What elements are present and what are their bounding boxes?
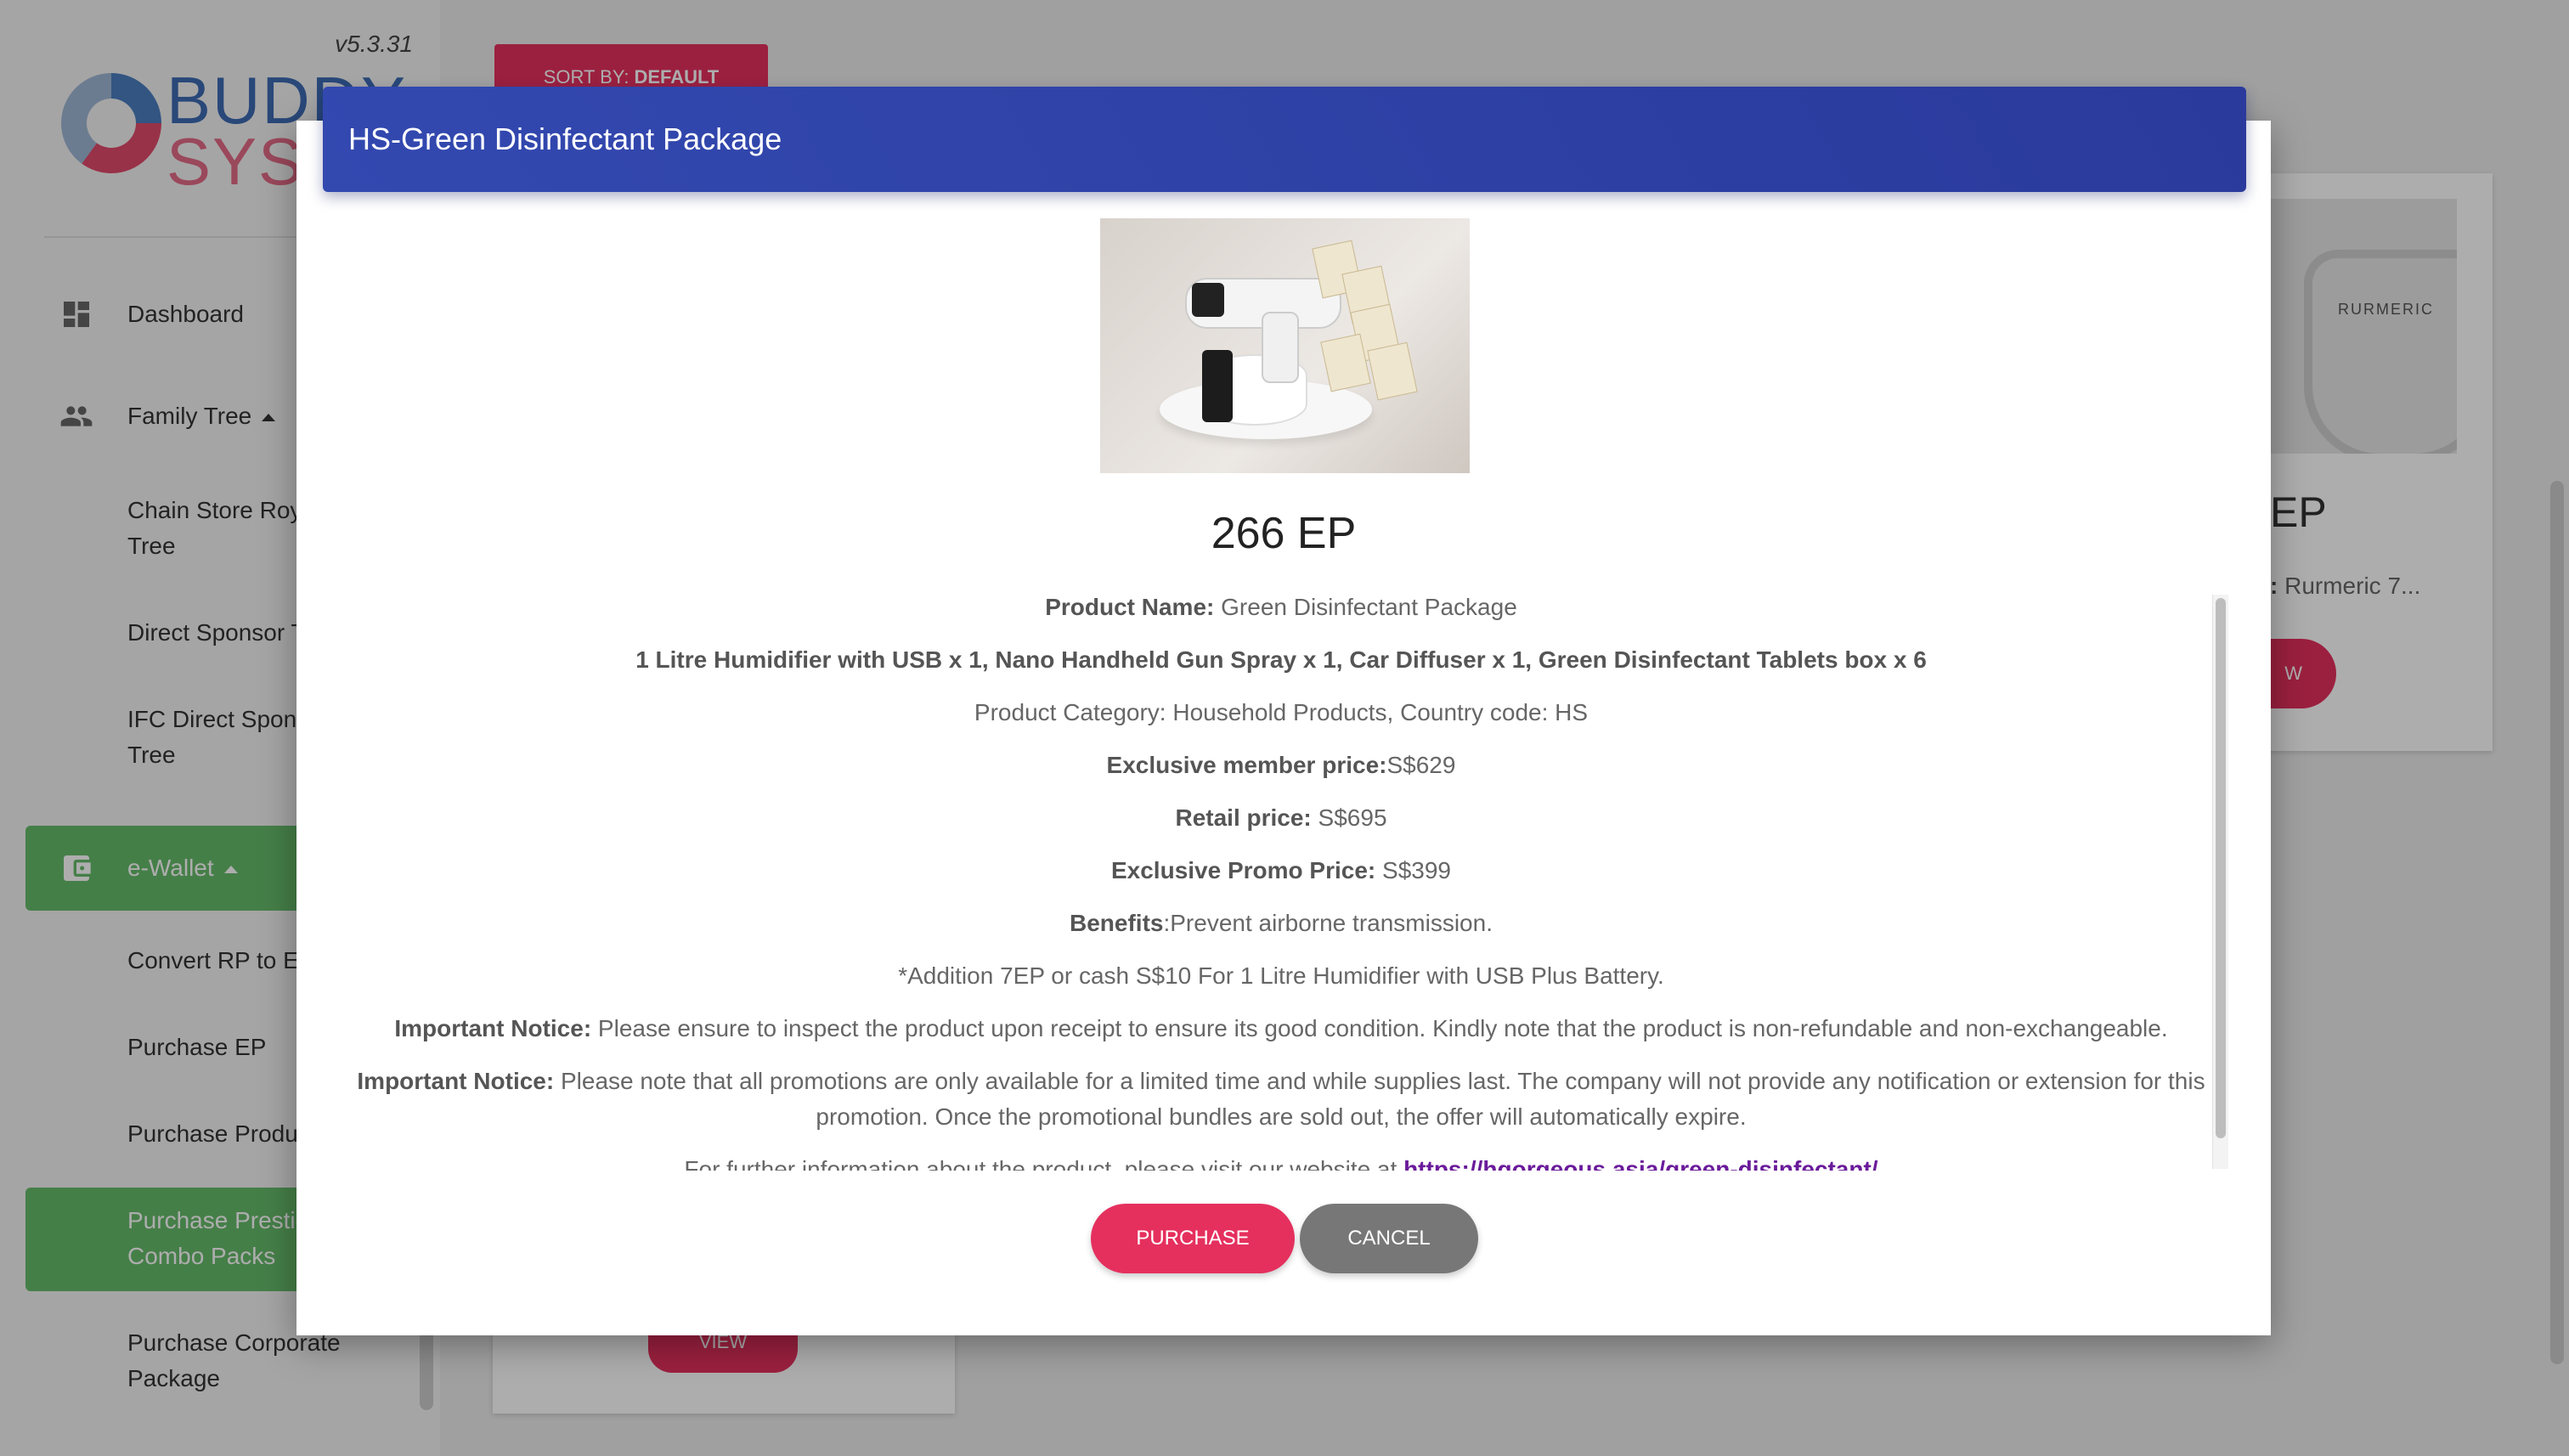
cancel-button[interactable]: CANCEL (1300, 1204, 1478, 1273)
important-notice-1: Important Notice: Please ensure to inspe… (394, 1015, 2168, 1041)
product-category: Product Category: Household Products, Co… (974, 699, 1589, 725)
further-info-line: For further information about the produc… (353, 1152, 2209, 1171)
member-price-line: Exclusive member price:S$629 (1106, 752, 1456, 778)
dialog-title: HS-Green Disinfectant Package (348, 121, 782, 156)
retail-price-line: Retail price: S$695 (1175, 804, 1387, 831)
dialog-body-scrollbar[interactable] (2212, 595, 2228, 1169)
promo-price-line: Exclusive Promo Price: S$399 (1110, 857, 1451, 883)
product-name-line: Product Name: Green Disinfectant Package (1045, 594, 1517, 620)
dialog-price: 266 EP (1211, 509, 1357, 558)
product-contents: 1 Litre Humidifier with USB x 1, Nano Ha… (635, 646, 1927, 673)
important-notice-2: Important Notice: Please note that all p… (357, 1068, 2205, 1130)
dialog-body: Product Name: Green Disinfectant Package… (353, 590, 2209, 1171)
page-scrollbar[interactable] (2550, 481, 2564, 1364)
benefits-line: Benefits:Prevent airborne transmission. (1070, 910, 1493, 936)
product-website-link[interactable]: https://hgorgeous.asia/green-disinfectan… (1403, 1156, 1878, 1171)
purchase-button[interactable]: PURCHASE (1091, 1204, 1295, 1273)
scrollbar-thumb[interactable] (2216, 598, 2226, 1138)
addition-note: *Addition 7EP or cash S$10 For 1 Litre H… (898, 962, 1664, 989)
dialog-header: HS-Green Disinfectant Package (323, 87, 2246, 192)
product-image (1100, 218, 1470, 473)
